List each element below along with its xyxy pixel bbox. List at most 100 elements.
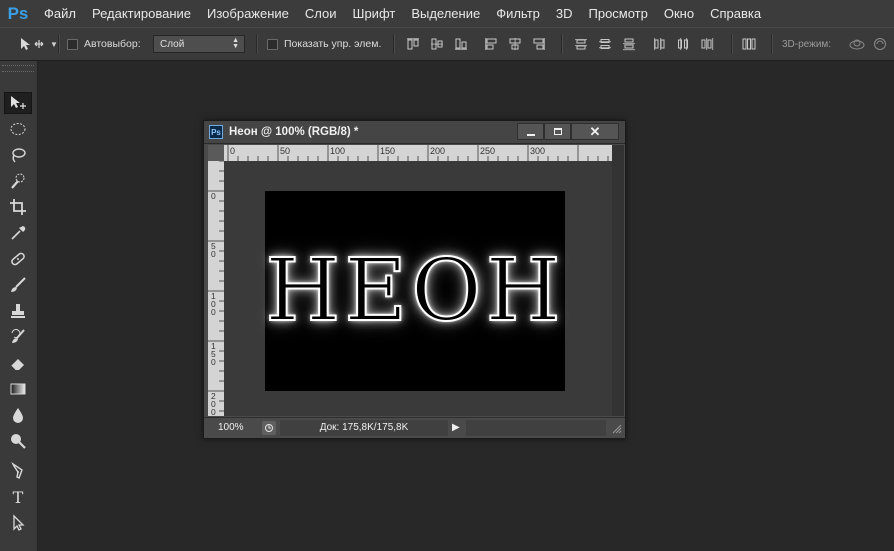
lasso-tool[interactable] xyxy=(4,144,32,166)
menu-edit[interactable]: Редактирование xyxy=(84,0,199,27)
menu-3d[interactable]: 3D xyxy=(548,0,581,27)
3d-mode-group: 3D-режим: xyxy=(782,28,831,60)
minimize-button[interactable] xyxy=(517,123,544,140)
ruler-origin[interactable] xyxy=(208,145,224,161)
status-bar: 100% Док: 175,8K/175,8K ▶ xyxy=(204,417,625,438)
chevron-down-icon: ▼ xyxy=(50,39,58,49)
vertical-ruler[interactable]: 050100150200 xyxy=(208,161,224,416)
divider xyxy=(771,34,772,54)
crop-tool[interactable] xyxy=(4,196,32,218)
history-brush-tool[interactable] xyxy=(4,326,32,348)
resize-grip-icon[interactable] xyxy=(610,422,622,434)
ruler-label: 0 xyxy=(211,407,216,416)
document-title-bar[interactable]: Ps Неон @ 100% (RGB/8) * ✕ xyxy=(204,121,625,144)
bandage-icon xyxy=(11,252,25,266)
panel-grip[interactable] xyxy=(2,65,34,72)
type-tool[interactable]: T xyxy=(4,486,32,508)
distribute-horizontal-centers-icon[interactable] xyxy=(676,37,690,51)
align-left-edges-icon[interactable] xyxy=(484,37,498,51)
orbit-3d-icon[interactable] xyxy=(848,37,866,51)
auto-select-dropdown-wrap: Слой ▲ ▼ xyxy=(153,28,245,60)
document-size: Док: 175,8K/175,8K xyxy=(280,420,448,436)
align-bottom-edges-icon[interactable] xyxy=(454,37,468,51)
divider xyxy=(561,34,562,54)
menu-layers[interactable]: Слои xyxy=(297,0,345,27)
menu-type[interactable]: Шрифт xyxy=(345,0,404,27)
ruler-label: 0 xyxy=(211,357,216,367)
quick-select-tool[interactable] xyxy=(4,170,32,192)
maximize-icon xyxy=(553,128,562,135)
stamp-icon xyxy=(11,304,25,318)
move-tool-preset-picker[interactable]: ▼ xyxy=(18,28,58,60)
auto-select-checkbox[interactable] xyxy=(67,38,78,50)
quick-select-icon xyxy=(11,173,25,189)
status-bar-spacer xyxy=(466,420,606,436)
distribute-top-edges-icon[interactable] xyxy=(574,37,588,51)
distribute-vertical-centers-icon[interactable] xyxy=(598,37,612,51)
photoshop-logo: Ps xyxy=(7,3,29,23)
ruler-label: 100 xyxy=(330,146,345,156)
menu-filter[interactable]: Фильтр xyxy=(488,0,548,27)
pen-tool[interactable] xyxy=(4,460,32,482)
ellipse-marquee-icon xyxy=(10,123,26,135)
clone-stamp-tool[interactable] xyxy=(4,300,32,322)
menu-bar: Ps Файл Редактирование Изображение Слои … xyxy=(0,0,894,27)
ruler-label: 200 xyxy=(430,146,445,156)
dodge-tool[interactable] xyxy=(4,430,32,452)
vertical-scrollbar[interactable] xyxy=(612,145,624,416)
maximize-button[interactable] xyxy=(544,123,571,140)
align-horizontal-centers-icon[interactable] xyxy=(508,37,522,51)
auto-select-label: Автовыбор: xyxy=(84,38,141,50)
document-canvas[interactable]: HEOH xyxy=(264,191,565,391)
zoom-level[interactable]: 100% xyxy=(208,421,256,435)
align-top-edges-icon[interactable] xyxy=(406,37,420,51)
brush-icon xyxy=(11,277,26,292)
pen-icon xyxy=(11,462,23,479)
menu-select[interactable]: Выделение xyxy=(403,0,488,27)
menu-window[interactable]: Окно xyxy=(656,0,702,27)
gradient-tool[interactable] xyxy=(4,378,32,400)
healing-brush-tool[interactable] xyxy=(4,248,32,270)
ruler-label: 150 xyxy=(380,146,395,156)
status-info-icon[interactable] xyxy=(262,421,276,435)
crop-icon xyxy=(10,199,26,215)
distribute-bottom-edges-icon[interactable] xyxy=(622,37,636,51)
canvas-area[interactable]: HEOH xyxy=(224,161,612,416)
path-select-icon xyxy=(13,514,25,531)
marquee-tool[interactable] xyxy=(4,118,32,140)
auto-select-dropdown[interactable]: Слой ▲ ▼ xyxy=(153,35,245,53)
move-tool[interactable] xyxy=(4,92,32,114)
align-right-edges-icon[interactable] xyxy=(532,37,546,51)
tools-panel: T xyxy=(0,61,38,551)
blur-tool[interactable] xyxy=(4,404,32,426)
auto-align-layers-icon[interactable] xyxy=(742,37,756,51)
menu-file[interactable]: Файл xyxy=(36,0,84,27)
show-transform-checkbox[interactable] xyxy=(267,38,278,50)
ruler-label: 300 xyxy=(530,146,545,156)
divider xyxy=(58,34,59,54)
eyedropper-tool[interactable] xyxy=(4,222,32,244)
menu-view[interactable]: Просмотр xyxy=(581,0,656,27)
eyedropper-icon xyxy=(11,226,26,240)
photoshop-doc-icon: Ps xyxy=(209,125,223,139)
ruler-label: 0 xyxy=(230,146,235,156)
distribute-right-edges-icon[interactable] xyxy=(700,37,714,51)
horizontal-ruler[interactable]: 0 50 100 150 200 250 300 xyxy=(224,145,612,161)
path-select-tool[interactable] xyxy=(4,512,32,534)
close-button[interactable]: ✕ xyxy=(571,123,619,140)
neon-text-layer: HEOH xyxy=(264,240,565,342)
ruler-label: 0 xyxy=(211,307,216,317)
gradient-icon xyxy=(10,383,26,395)
status-menu-arrow-icon[interactable]: ▶ xyxy=(452,422,464,434)
3d-mode-label: 3D-режим: xyxy=(782,38,832,50)
menu-help[interactable]: Справка xyxy=(702,0,769,27)
document-window: Ps Неон @ 100% (RGB/8) * ✕ 0 50 100 150 200 2… xyxy=(203,120,626,439)
eraser-tool[interactable] xyxy=(4,352,32,374)
rotate-3d-icon[interactable] xyxy=(873,37,887,51)
divider xyxy=(731,34,732,54)
align-vertical-centers-icon[interactable] xyxy=(430,37,444,51)
menu-image[interactable]: Изображение xyxy=(199,0,297,27)
auto-select-value: Слой xyxy=(160,38,185,50)
brush-tool[interactable] xyxy=(4,274,32,296)
distribute-left-edges-icon[interactable] xyxy=(652,37,666,51)
